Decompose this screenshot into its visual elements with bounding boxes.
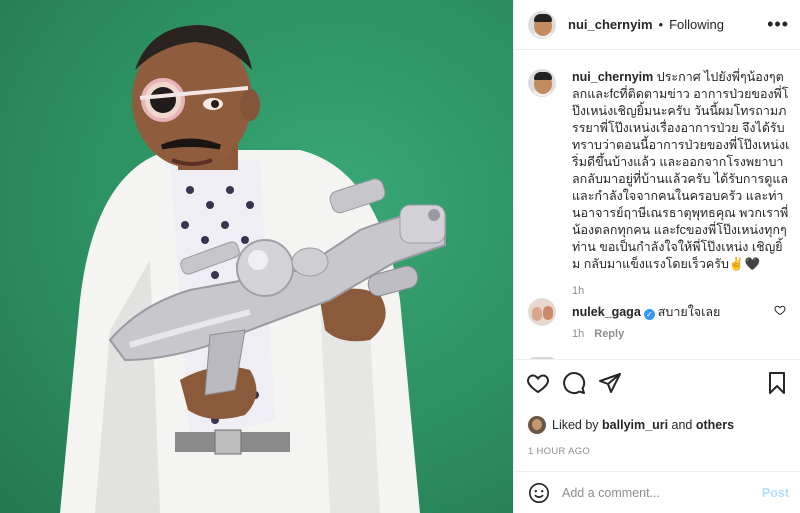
avatar-person-2 — [543, 306, 553, 320]
avatar-hair — [534, 13, 552, 22]
avatar-hair — [534, 72, 552, 80]
comment-composer: Post — [514, 471, 800, 513]
like-heart-icon[interactable] — [526, 371, 550, 395]
liked-by-line: Liked by ballyim_uri and others — [528, 416, 734, 434]
verified-badge-icon: ✓ — [643, 309, 655, 320]
comment-time[interactable]: 1h — [572, 328, 584, 340]
emoji-smiley-icon[interactable] — [528, 482, 550, 504]
comment-bubble-icon[interactable] — [562, 371, 586, 395]
share-paper-plane-icon[interactable] — [598, 371, 622, 395]
man-with-toy-gun-illustration — [60, 25, 446, 513]
commenter-avatar[interactable] — [528, 298, 556, 326]
following-button[interactable]: Following — [669, 17, 724, 32]
comment-line: nulek_gaga ✓ สบายใจเลย — [572, 302, 720, 322]
avatar-person-1 — [532, 307, 542, 321]
comment-meta: 1h Reply — [572, 328, 624, 340]
reply-button[interactable]: Reply — [594, 328, 624, 340]
liker-avatar[interactable] — [528, 416, 546, 434]
caption-timestamp[interactable]: 1h — [572, 285, 584, 297]
add-comment-input[interactable] — [562, 483, 752, 503]
caption-body: ประกาศ ไปยังพี่ๆน้องๆตลกและfcที่ติดตามข่… — [572, 70, 790, 271]
caption-username[interactable]: nui_chernyim — [572, 70, 653, 84]
comment-like-heart-icon[interactable] — [774, 304, 786, 316]
comments-section[interactable]: nui_chernyim ประกาศ ไปยังพี่ๆน้องๆตลกและ… — [514, 51, 800, 359]
caption-avatar[interactable] — [528, 69, 556, 97]
save-bookmark-icon[interactable] — [765, 371, 789, 395]
liker-username[interactable]: ballyim_uri — [602, 418, 668, 432]
post-sidebar: nui_chernyim • Following ••• nui_chernyi… — [513, 0, 800, 513]
comment-text: สบายใจเลย — [657, 305, 721, 319]
commenter-username[interactable]: nulek_gaga — [572, 305, 641, 319]
author-avatar[interactable] — [528, 10, 556, 39]
liked-by-conjunction: and — [671, 418, 693, 432]
action-icons — [514, 360, 800, 410]
comment-item: nulek_gaga ✓ สบายใจเลย 1h Reply — [528, 298, 790, 340]
more-horizontal-icon[interactable]: ••• — [767, 14, 789, 34]
post-timestamp[interactable]: 1 HOUR AGO — [528, 446, 590, 457]
post-photo[interactable] — [0, 0, 513, 513]
caption-text: nui_chernyim ประกาศ ไปยังพี่ๆน้องๆตลกและ… — [572, 69, 790, 273]
author-username[interactable]: nui_chernyim — [568, 17, 653, 32]
post-header: nui_chernyim • Following ••• — [514, 0, 800, 50]
header-separator: • — [658, 17, 664, 32]
post-actions: Liked by ballyim_uri and others 1 HOUR A… — [514, 359, 800, 457]
liked-by-prefix: Liked by — [552, 418, 599, 432]
post-comment-button[interactable]: Post — [762, 486, 789, 500]
liked-by-others-link[interactable]: others — [696, 418, 734, 432]
